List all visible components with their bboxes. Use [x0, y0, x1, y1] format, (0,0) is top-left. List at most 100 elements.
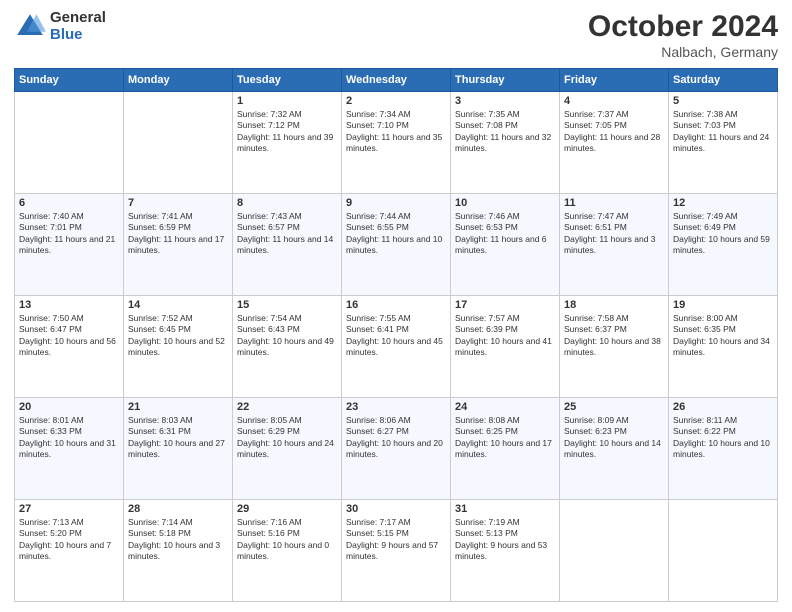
- weekday-wednesday: Wednesday: [342, 69, 451, 92]
- calendar-cell: 26 Sunrise: 8:11 AM Sunset: 6:22 PM Dayli…: [669, 398, 778, 500]
- day-number: 19: [673, 299, 773, 311]
- calendar-cell: [124, 92, 233, 194]
- calendar-cell: 3 Sunrise: 7:35 AM Sunset: 7:08 PM Daylig…: [451, 92, 560, 194]
- day-number: 23: [346, 401, 446, 413]
- week-row-2: 13 Sunrise: 7:50 AM Sunset: 6:47 PM Dayli…: [15, 296, 778, 398]
- calendar-cell: 23Sunrise: 8:06 AM Sunset: 6:27 PM Dayli…: [342, 398, 451, 500]
- calendar-cell: 24 Sunrise: 8:08 AM Sunset: 6:25 PM Dayli…: [451, 398, 560, 500]
- day-info: Sunrise: 8:08 AM Sunset: 6:25 PM Dayligh…: [455, 415, 555, 461]
- calendar-cell: 1 Sunrise: 7:32 AM Sunset: 7:12 PM Daylig…: [233, 92, 342, 194]
- day-number: 26: [673, 401, 773, 413]
- day-number: 18: [564, 299, 664, 311]
- location: Nalbach, Germany: [588, 44, 778, 60]
- day-info: Sunrise: 7:57 AM Sunset: 6:39 PM Dayligh…: [455, 313, 555, 359]
- day-info: Sunrise: 7:46 AM Sunset: 6:53 PM Dayligh…: [455, 211, 555, 257]
- day-info: Sunrise: 8:09 AM Sunset: 6:23 PM Dayligh…: [564, 415, 664, 461]
- day-info: Sunrise: 7:38 AM Sunset: 7:03 PM Dayligh…: [673, 109, 773, 155]
- day-number: 5: [673, 95, 773, 107]
- calendar-cell: 4Sunrise: 7:37 AM Sunset: 7:05 PM Daylig…: [560, 92, 669, 194]
- day-number: 16: [346, 299, 446, 311]
- day-info: Sunrise: 7:17 AM Sunset: 5:15 PM Dayligh…: [346, 517, 446, 563]
- day-number: 21: [128, 401, 228, 413]
- calendar-cell: 31 Sunrise: 7:19 AM Sunset: 5:13 PM Dayli…: [451, 500, 560, 602]
- day-number: 24: [455, 401, 555, 413]
- day-info: Sunrise: 7:40 AM Sunset: 7:01 PM Dayligh…: [19, 211, 119, 257]
- day-info: Sunrise: 8:01 AM Sunset: 6:33 PM Dayligh…: [19, 415, 119, 461]
- day-info: Sunrise: 7:43 AM Sunset: 6:57 PM Dayligh…: [237, 211, 337, 257]
- day-info: Sunrise: 7:55 AM Sunset: 6:41 PM Dayligh…: [346, 313, 446, 359]
- calendar-cell: 6Sunrise: 7:40 AM Sunset: 7:01 PM Daylig…: [15, 194, 124, 296]
- calendar-cell: [15, 92, 124, 194]
- day-info: Sunrise: 8:00 AM Sunset: 6:35 PM Dayligh…: [673, 313, 773, 359]
- calendar-body: 1 Sunrise: 7:32 AM Sunset: 7:12 PM Daylig…: [15, 92, 778, 602]
- page: General Blue October 2024 Nalbach, Germa…: [0, 0, 792, 612]
- calendar-cell: 18Sunrise: 7:58 AM Sunset: 6:37 PM Dayli…: [560, 296, 669, 398]
- logo: General Blue: [14, 10, 106, 43]
- calendar-cell: 17 Sunrise: 7:57 AM Sunset: 6:39 PM Dayli…: [451, 296, 560, 398]
- weekday-header-row: SundayMondayTuesdayWednesdayThursdayFrid…: [15, 69, 778, 92]
- day-info: Sunrise: 8:03 AM Sunset: 6:31 PM Dayligh…: [128, 415, 228, 461]
- day-info: Sunrise: 7:19 AM Sunset: 5:13 PM Dayligh…: [455, 517, 555, 563]
- day-number: 3: [455, 95, 555, 107]
- calendar-cell: 9 Sunrise: 7:44 AM Sunset: 6:55 PM Daylig…: [342, 194, 451, 296]
- day-number: 12: [673, 197, 773, 209]
- weekday-thursday: Thursday: [451, 69, 560, 92]
- day-number: 1: [237, 95, 337, 107]
- weekday-sunday: Sunday: [15, 69, 124, 92]
- day-info: Sunrise: 7:50 AM Sunset: 6:47 PM Dayligh…: [19, 313, 119, 359]
- logo-blue: Blue: [50, 27, 106, 44]
- day-number: 30: [346, 503, 446, 515]
- calendar-cell: 7Sunrise: 7:41 AM Sunset: 6:59 PM Daylig…: [124, 194, 233, 296]
- calendar-cell: 13 Sunrise: 7:50 AM Sunset: 6:47 PM Dayli…: [15, 296, 124, 398]
- calendar-cell: [560, 500, 669, 602]
- day-number: 31: [455, 503, 555, 515]
- day-number: 22: [237, 401, 337, 413]
- calendar-cell: 16 Sunrise: 7:55 AM Sunset: 6:41 PM Dayli…: [342, 296, 451, 398]
- day-number: 13: [19, 299, 119, 311]
- day-info: Sunrise: 7:32 AM Sunset: 7:12 PM Dayligh…: [237, 109, 337, 155]
- calendar-cell: 10 Sunrise: 7:46 AM Sunset: 6:53 PM Dayli…: [451, 194, 560, 296]
- calendar-table: SundayMondayTuesdayWednesdayThursdayFrid…: [14, 68, 778, 602]
- day-number: 11: [564, 197, 664, 209]
- day-number: 28: [128, 503, 228, 515]
- day-info: Sunrise: 7:47 AM Sunset: 6:51 PM Dayligh…: [564, 211, 664, 257]
- calendar-cell: 25 Sunrise: 8:09 AM Sunset: 6:23 PM Dayli…: [560, 398, 669, 500]
- header: General Blue October 2024 Nalbach, Germa…: [14, 10, 778, 60]
- day-info: Sunrise: 8:11 AM Sunset: 6:22 PM Dayligh…: [673, 415, 773, 461]
- logo-icon: [14, 11, 46, 43]
- title-block: October 2024 Nalbach, Germany: [588, 10, 778, 60]
- calendar-cell: 30 Sunrise: 7:17 AM Sunset: 5:15 PM Dayli…: [342, 500, 451, 602]
- day-number: 17: [455, 299, 555, 311]
- weekday-friday: Friday: [560, 69, 669, 92]
- calendar-cell: 27 Sunrise: 7:13 AM Sunset: 5:20 PM Dayli…: [15, 500, 124, 602]
- day-info: Sunrise: 7:13 AM Sunset: 5:20 PM Dayligh…: [19, 517, 119, 563]
- day-number: 14: [128, 299, 228, 311]
- day-number: 27: [19, 503, 119, 515]
- weekday-monday: Monday: [124, 69, 233, 92]
- day-info: Sunrise: 7:54 AM Sunset: 6:43 PM Dayligh…: [237, 313, 337, 359]
- day-info: Sunrise: 7:49 AM Sunset: 6:49 PM Dayligh…: [673, 211, 773, 257]
- day-number: 9: [346, 197, 446, 209]
- calendar-cell: 28Sunrise: 7:14 AM Sunset: 5:18 PM Dayli…: [124, 500, 233, 602]
- month-title: October 2024: [588, 10, 778, 44]
- calendar-cell: 29Sunrise: 7:16 AM Sunset: 5:16 PM Dayli…: [233, 500, 342, 602]
- calendar-cell: [669, 500, 778, 602]
- calendar-cell: 12 Sunrise: 7:49 AM Sunset: 6:49 PM Dayli…: [669, 194, 778, 296]
- calendar-cell: 21 Sunrise: 8:03 AM Sunset: 6:31 PM Dayli…: [124, 398, 233, 500]
- day-number: 25: [564, 401, 664, 413]
- weekday-tuesday: Tuesday: [233, 69, 342, 92]
- calendar-cell: 22Sunrise: 8:05 AM Sunset: 6:29 PM Dayli…: [233, 398, 342, 500]
- calendar-cell: 8 Sunrise: 7:43 AM Sunset: 6:57 PM Daylig…: [233, 194, 342, 296]
- week-row-0: 1 Sunrise: 7:32 AM Sunset: 7:12 PM Daylig…: [15, 92, 778, 194]
- weekday-saturday: Saturday: [669, 69, 778, 92]
- logo-general: General: [50, 10, 106, 27]
- day-info: Sunrise: 7:35 AM Sunset: 7:08 PM Dayligh…: [455, 109, 555, 155]
- calendar-cell: 15 Sunrise: 7:54 AM Sunset: 6:43 PM Dayli…: [233, 296, 342, 398]
- day-number: 15: [237, 299, 337, 311]
- day-number: 8: [237, 197, 337, 209]
- calendar-cell: 19 Sunrise: 8:00 AM Sunset: 6:35 PM Dayli…: [669, 296, 778, 398]
- day-info: Sunrise: 7:44 AM Sunset: 6:55 PM Dayligh…: [346, 211, 446, 257]
- week-row-3: 20Sunrise: 8:01 AM Sunset: 6:33 PM Dayli…: [15, 398, 778, 500]
- calendar-cell: 5 Sunrise: 7:38 AM Sunset: 7:03 PM Daylig…: [669, 92, 778, 194]
- day-number: 10: [455, 197, 555, 209]
